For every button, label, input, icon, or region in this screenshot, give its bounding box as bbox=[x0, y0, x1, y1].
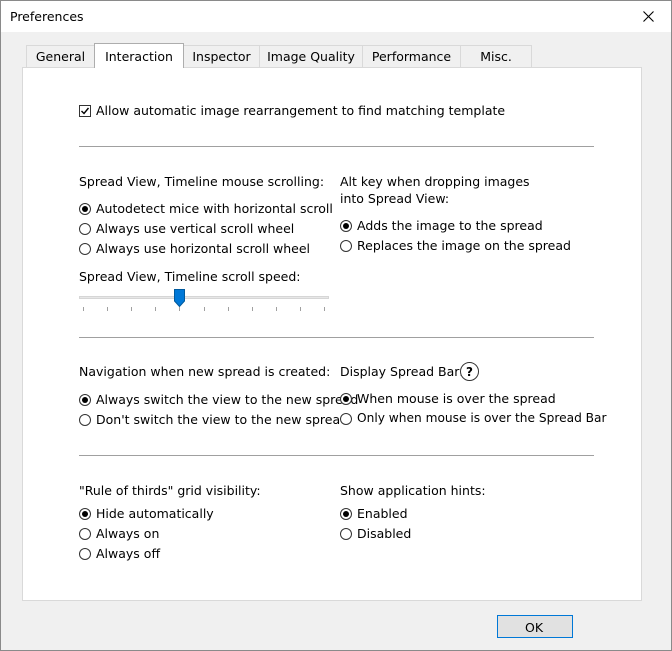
alt-key-heading-line2: into Spread View: bbox=[340, 191, 450, 206]
radio-label: Don't switch the view to the new spread bbox=[96, 412, 349, 427]
auto-rearrange-checkbox[interactable] bbox=[79, 105, 91, 117]
ok-button[interactable]: OK bbox=[497, 615, 573, 638]
radio-hints-disabled[interactable] bbox=[340, 528, 352, 540]
slider-thumb[interactable] bbox=[174, 289, 186, 307]
slider-tick bbox=[251, 307, 253, 311]
radio-hints-enabled[interactable] bbox=[340, 508, 352, 520]
divider bbox=[79, 146, 594, 147]
tab-general[interactable]: General bbox=[26, 45, 95, 67]
radio-dont-switch[interactable] bbox=[79, 414, 91, 426]
tab-misc[interactable]: Misc. bbox=[460, 45, 532, 67]
radio-hide-automatically[interactable] bbox=[79, 508, 91, 520]
slider-tick bbox=[299, 307, 301, 311]
title-bar: Preferences bbox=[1, 1, 671, 32]
radio-autodetect-mice[interactable] bbox=[79, 203, 91, 215]
radio-label: Replaces the image on the spread bbox=[357, 238, 571, 253]
radio-adds-image[interactable] bbox=[340, 220, 352, 232]
tab-inspector[interactable]: Inspector bbox=[183, 45, 260, 67]
slider-tick bbox=[203, 307, 205, 311]
radio-always-switch[interactable] bbox=[79, 394, 91, 406]
rule-of-thirds-heading: "Rule of thirds" grid visibility: bbox=[79, 483, 261, 498]
help-icon-glyph: ? bbox=[466, 364, 473, 379]
radio-label: Always use horizontal scroll wheel bbox=[96, 241, 311, 256]
tab-image-quality[interactable]: Image Quality bbox=[259, 45, 363, 67]
slider-tick bbox=[83, 307, 84, 311]
slider-tick bbox=[131, 307, 133, 311]
radio-label: Always switch the view to the new spread bbox=[96, 392, 359, 407]
radio-mouse-over-spread-bar[interactable] bbox=[340, 413, 352, 425]
radio-always-off[interactable] bbox=[79, 548, 91, 560]
radio-label: Hide automatically bbox=[96, 506, 214, 521]
radio-label: When mouse is over the spread bbox=[357, 391, 556, 406]
close-icon bbox=[642, 11, 654, 22]
slider-tick bbox=[155, 307, 157, 311]
slider-tick bbox=[107, 307, 109, 311]
spread-bar-heading: Display Spread Bar: bbox=[340, 364, 464, 379]
window-title: Preferences bbox=[10, 9, 84, 24]
slider-tick bbox=[227, 307, 229, 311]
navigation-heading: Navigation when new spread is created: bbox=[79, 364, 331, 379]
scroll-speed-heading: Spread View, Timeline scroll speed: bbox=[79, 269, 301, 284]
slider-tick bbox=[324, 307, 325, 311]
scroll-speed-slider-track[interactable] bbox=[79, 296, 329, 299]
checkmark-icon bbox=[81, 107, 90, 115]
radio-mouse-over-spread[interactable] bbox=[340, 393, 352, 405]
help-icon[interactable]: ? bbox=[460, 362, 479, 381]
radio-label: Autodetect mice with horizontal scroll bbox=[96, 201, 333, 216]
radio-horizontal-scroll[interactable] bbox=[79, 243, 91, 255]
slider-tick bbox=[179, 307, 181, 311]
radio-label: Enabled bbox=[357, 506, 408, 521]
divider bbox=[79, 455, 594, 456]
auto-rearrange-label: Allow automatic image rearrangement to f… bbox=[96, 103, 506, 118]
mouse-scrolling-heading: Spread View, Timeline mouse scrolling: bbox=[79, 174, 325, 189]
alt-key-heading-line1: Alt key when dropping images bbox=[340, 174, 530, 189]
radio-label: Disabled bbox=[357, 526, 412, 541]
ok-button-label: OK bbox=[525, 620, 544, 635]
preferences-window: Preferences General Interaction Inspecto… bbox=[0, 0, 672, 651]
radio-label: Adds the image to the spread bbox=[357, 218, 543, 233]
tab-interaction[interactable]: Interaction bbox=[94, 43, 184, 68]
divider bbox=[79, 337, 594, 338]
slider-tick bbox=[275, 307, 277, 311]
radio-label: Only when mouse is over the Spread Bar bbox=[357, 411, 607, 425]
tab-performance[interactable]: Performance bbox=[362, 45, 461, 67]
radio-vertical-scroll[interactable] bbox=[79, 223, 91, 235]
radio-replaces-image[interactable] bbox=[340, 240, 352, 252]
radio-label: Always on bbox=[96, 526, 160, 541]
close-button[interactable] bbox=[625, 1, 671, 32]
radio-always-on[interactable] bbox=[79, 528, 91, 540]
radio-label: Always use vertical scroll wheel bbox=[96, 221, 295, 236]
radio-label: Always off bbox=[96, 546, 161, 561]
hints-heading: Show application hints: bbox=[340, 483, 486, 498]
